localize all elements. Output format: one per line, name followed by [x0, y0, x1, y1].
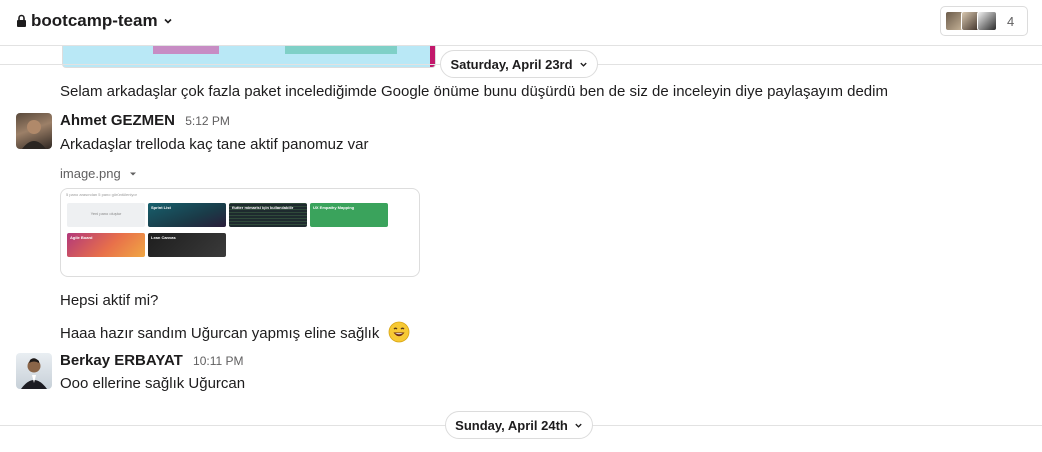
attachment-header: 5 pano arasından 5 pano görüntüleniyor — [66, 192, 137, 197]
chevron-down-icon — [575, 423, 582, 428]
board-tile: Sprint List — [148, 203, 226, 227]
chevron-down-icon — [579, 62, 587, 67]
date-divider-button[interactable]: Saturday, April 23rd — [440, 50, 598, 78]
message-text: Haaa hazır sandım Uğurcan yapmış eline s… — [60, 321, 410, 343]
channel-name: bootcamp-team — [31, 11, 158, 30]
message-timestamp[interactable]: 5:12 PM — [185, 114, 230, 128]
sender-name: Ahmet GEZMEN — [60, 112, 176, 129]
message-text: Arkadaşlar trelloda kaç tane aktif panom… — [60, 136, 369, 153]
board-tile: flutter mimarisi için kullanılabilir — [229, 203, 307, 227]
message-text: Hepsi aktif mi? — [60, 292, 159, 309]
board-tile: UX Empathy Mapping — [310, 203, 388, 227]
board-tile: Agile Board — [67, 233, 145, 257]
chevron-down-icon — [164, 18, 172, 24]
message-text: Ooo ellerine sağlık Uğurcan — [60, 375, 246, 392]
image-attachment[interactable]: 5 pano arasından 5 pano görüntüleniyor Y… — [60, 188, 420, 277]
sender-name: Berkay ERBAYAT — [60, 352, 183, 369]
message-timestamp[interactable]: 10:11 PM — [193, 354, 243, 368]
channel-name-button[interactable]: bootcamp-team — [16, 11, 173, 31]
avatar[interactable] — [16, 113, 52, 149]
file-name-toggle[interactable]: image.png — [60, 166, 137, 181]
smile-emoji-icon — [388, 321, 409, 343]
message-body: Haaa hazır sandım Uğurcan yapmış eline s… — [60, 325, 380, 342]
date-label: Sunday, April 24th — [455, 417, 568, 433]
message-sender[interactable]: Ahmet GEZMEN 5:12 PM — [60, 112, 230, 129]
board-tile: Yeni pano oluştur — [67, 203, 145, 227]
channel-header: bootcamp-team 4 — [0, 0, 1042, 46]
board-tile: Lean Canvas — [148, 233, 226, 257]
message-text: Selam arkadaşlar çok fazla paket inceled… — [60, 83, 888, 100]
member-count: 4 — [1007, 13, 1015, 29]
member-list-button[interactable]: 4 — [940, 6, 1028, 36]
member-avatar-3 — [977, 11, 997, 31]
date-divider-button[interactable]: Sunday, April 24th — [445, 411, 593, 439]
avatar[interactable] — [16, 353, 52, 389]
lock-icon — [17, 14, 26, 27]
date-label: Saturday, April 23rd — [450, 56, 573, 72]
caret-down-icon — [129, 172, 136, 175]
file-name: image.png — [60, 166, 121, 181]
message-sender[interactable]: Berkay ERBAYAT 10:11 PM — [60, 352, 244, 369]
